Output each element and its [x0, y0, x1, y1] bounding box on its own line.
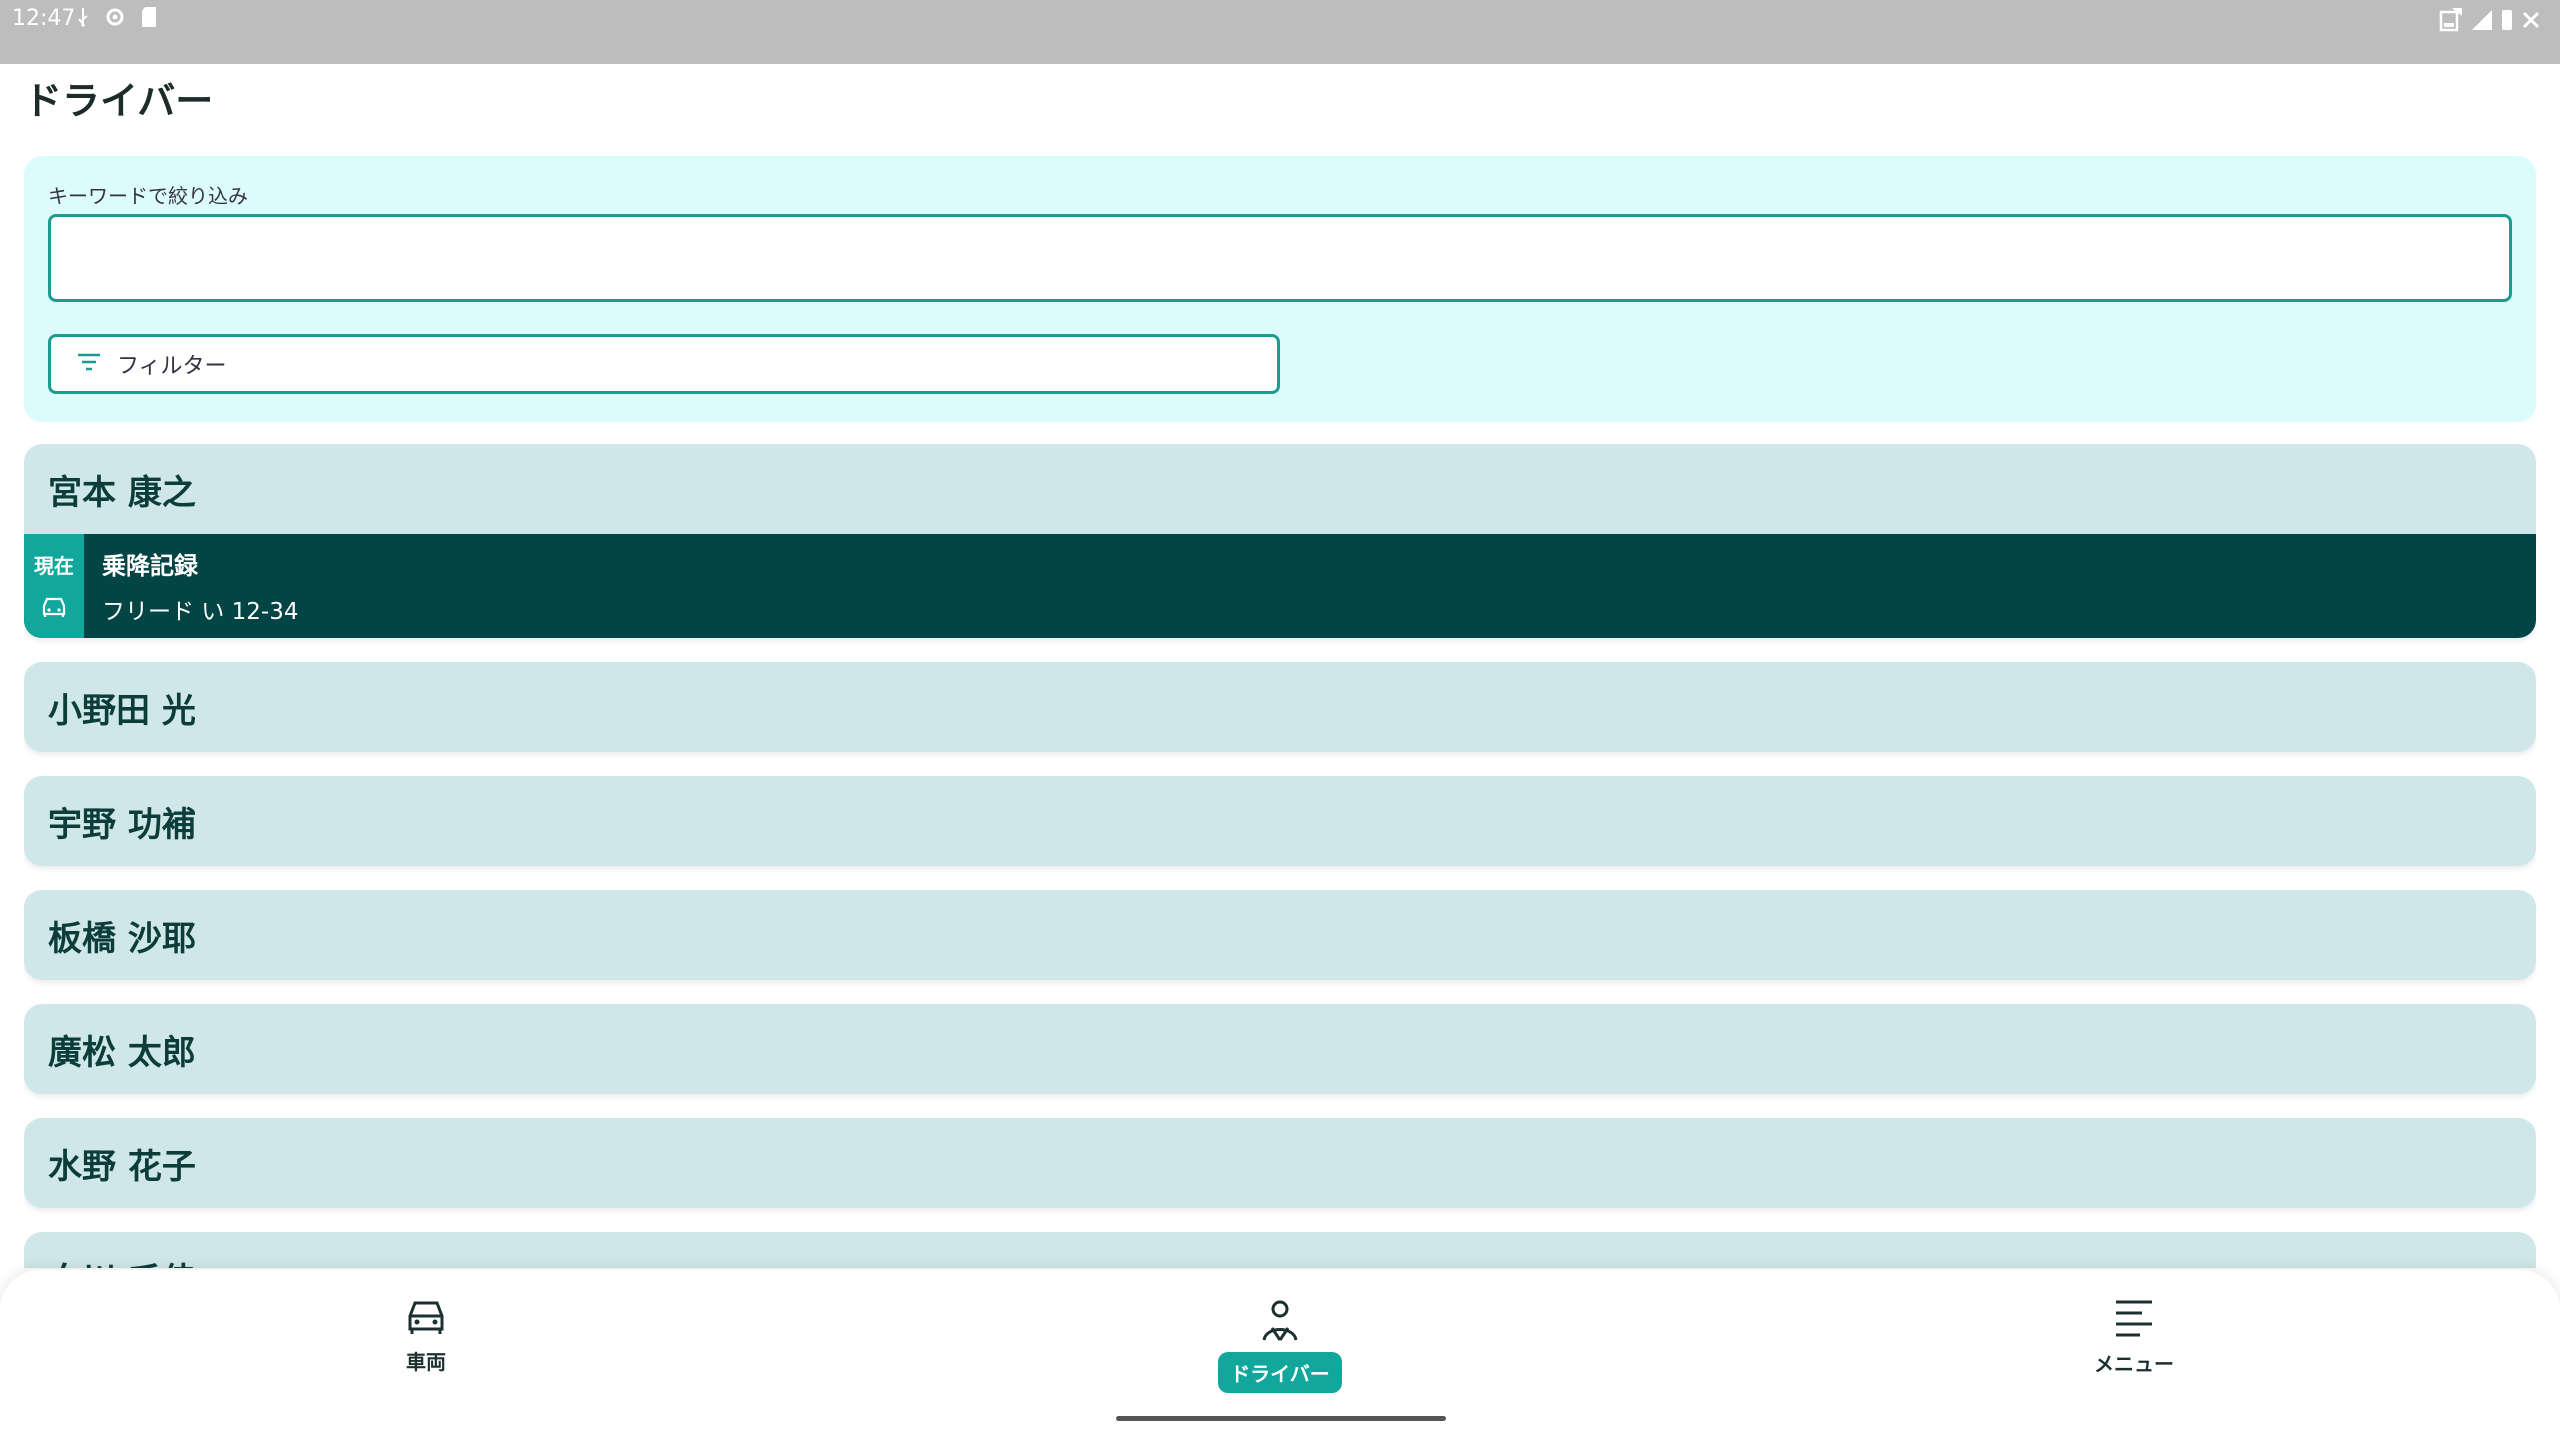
driver-name: 廣松 太郎 [48, 1032, 196, 1073]
car-icon [404, 1298, 448, 1340]
filter-button[interactable]: フィルター [48, 334, 1280, 394]
close-icon [2520, 9, 2542, 31]
status-icons-right [2438, 6, 2542, 34]
status-icons-left [76, 6, 158, 28]
status-time: 12:47 [12, 6, 76, 31]
driver-name: 小野田 光 [48, 690, 196, 731]
car-icon [40, 596, 68, 622]
driver-card[interactable]: 板橋 沙耶 [24, 890, 2536, 980]
current-vehicle: フリード い 12-34 [102, 599, 299, 626]
page-title: ドライバー [24, 79, 214, 123]
driver-name: 白川 千佳 [24, 1232, 2536, 1269]
usb-icon [76, 7, 90, 27]
home-indicator[interactable] [1116, 1416, 1446, 1421]
bottom-nav: 車両 ドライバー メニュー [0, 1270, 2560, 1440]
driver-name: 宮本 康之 [48, 472, 196, 513]
current-title: 乗降記録 [102, 551, 198, 580]
nav-drivers[interactable]: ドライバー [1180, 1298, 1380, 1393]
settings-icon [104, 6, 126, 28]
signal-icon [2470, 8, 2494, 32]
driver-name: 水野 花子 [48, 1146, 196, 1187]
battery-icon [2500, 8, 2514, 32]
nav-drivers-label: ドライバー [1218, 1352, 1342, 1393]
driver-name: 板橋 沙耶 [48, 918, 196, 959]
status-bar: 12:47 [0, 0, 2560, 64]
filter-label: フィルター [117, 354, 227, 379]
sd-card-icon [140, 6, 158, 28]
nav-vehicles[interactable]: 車両 [326, 1298, 526, 1375]
driver-card[interactable]: 廣松 太郎 [24, 1004, 2536, 1094]
driver-card[interactable]: 宮本 康之 現在 乗降記録 フリード い 12-34 [24, 444, 2536, 638]
driver-icon [1258, 1298, 1302, 1346]
menu-icon [2112, 1298, 2156, 1342]
current-info: 乗降記録 フリード い 12-34 [84, 534, 298, 638]
wifi-off-icon [2438, 6, 2464, 34]
driver-card[interactable]: 白川 千佳 [24, 1232, 2536, 1268]
driver-list: 宮本 康之 現在 乗降記録 フリード い 12-34 小野田 光 宇野 功補 板… [24, 444, 2536, 1268]
current-side: 現在 [24, 534, 84, 638]
keyword-label: キーワードで絞り込み [48, 184, 248, 208]
filter-icon [77, 352, 101, 377]
nav-menu[interactable]: メニュー [2034, 1298, 2234, 1377]
driver-card[interactable]: 宇野 功補 [24, 776, 2536, 866]
current-record-panel[interactable]: 現在 乗降記録 フリード い 12-34 [24, 534, 2536, 638]
driver-name: 宇野 功補 [48, 804, 196, 845]
nav-menu-label: メニュー [2094, 1352, 2174, 1376]
current-badge: 現在 [34, 554, 74, 579]
driver-card[interactable]: 小野田 光 [24, 662, 2536, 752]
filter-panel: キーワードで絞り込み フィルター [24, 156, 2536, 422]
nav-vehicles-label: 車両 [406, 1350, 446, 1374]
keyword-input[interactable] [48, 214, 2512, 302]
driver-card[interactable]: 水野 花子 [24, 1118, 2536, 1208]
